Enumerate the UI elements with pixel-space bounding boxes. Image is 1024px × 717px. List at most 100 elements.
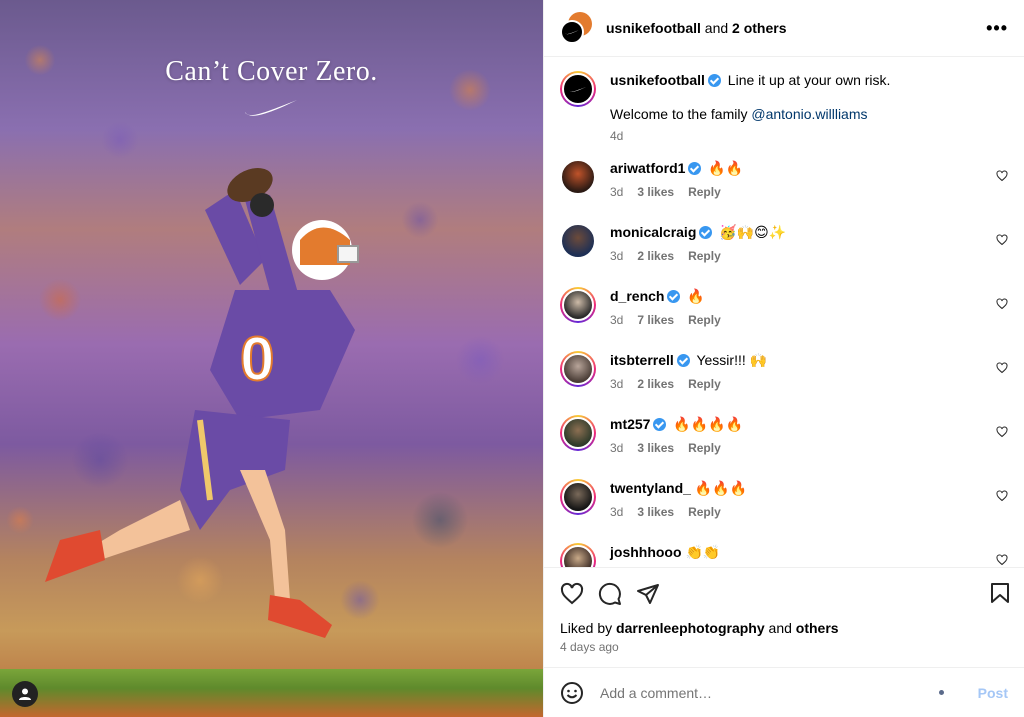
like-comment-heart-icon[interactable] xyxy=(996,298,1008,310)
comments-list[interactable]: usnikefootball Line it up at your own ri… xyxy=(544,57,1024,567)
collab-avatars[interactable] xyxy=(560,12,592,44)
comment-username[interactable]: monicalcraig xyxy=(610,224,696,240)
comment-item: itsbterrell Yessir!!! 🙌 3d 2 likes Reply xyxy=(560,351,1008,415)
like-heart-icon[interactable] xyxy=(560,582,584,606)
comment-item: d_rench 🔥 3d 7 likes Reply xyxy=(560,287,1008,351)
verified-badge-icon xyxy=(699,226,713,239)
add-comment-bar: Post xyxy=(544,667,1024,717)
emoji-picker-icon[interactable] xyxy=(560,681,584,705)
comment-time: 3d xyxy=(610,249,624,263)
comment-likes[interactable]: 7 likes xyxy=(637,313,674,327)
caption-line2: Welcome to the family xyxy=(610,106,748,122)
header-account-link[interactable]: usnikefootball xyxy=(606,20,701,36)
comment-item: mt257 🔥🔥🔥🔥 3d 3 likes Reply xyxy=(560,415,1008,479)
comment-reply-button[interactable]: Reply xyxy=(688,249,721,263)
caption-avatar[interactable] xyxy=(560,71,596,107)
post-age: 4 days ago xyxy=(560,640,619,654)
verified-badge-icon xyxy=(676,354,690,367)
comment-text: 🔥🔥 xyxy=(708,160,744,176)
post-actions: Liked by darrenleephotography and others… xyxy=(544,567,1024,667)
comment-reply-button[interactable]: Reply xyxy=(688,377,721,391)
add-comment-input[interactable] xyxy=(600,684,939,701)
post-comment-button[interactable]: Post xyxy=(978,685,1008,701)
comment-item: joshhhooo 👏👏 xyxy=(560,543,1008,567)
like-comment-heart-icon[interactable] xyxy=(996,170,1008,182)
comment-likes[interactable]: 3 likes xyxy=(637,185,674,199)
user-icon xyxy=(19,688,31,700)
nike-swoosh-icon xyxy=(565,30,579,35)
comment-text: 🔥 xyxy=(687,288,705,304)
nike-swoosh-icon xyxy=(569,86,587,92)
comment-likes[interactable]: 3 likes xyxy=(637,441,674,455)
jersey-number: 0 xyxy=(240,325,274,394)
share-paper-plane-icon[interactable] xyxy=(636,582,660,606)
comment-username[interactable]: mt257 xyxy=(610,416,650,432)
comment-avatar[interactable] xyxy=(560,479,596,515)
more-options-icon[interactable]: ••• xyxy=(986,18,1008,39)
like-comment-heart-icon[interactable] xyxy=(996,234,1008,246)
comment-likes[interactable]: 3 likes xyxy=(637,505,674,519)
liked-by-prefix: Liked by xyxy=(560,620,613,636)
comment-text: 🔥🔥🔥 xyxy=(694,480,748,496)
liked-by-others-link[interactable]: others xyxy=(796,620,839,636)
verified-badge-icon xyxy=(707,74,721,87)
typing-indicator-dot xyxy=(938,690,944,695)
comment-text: Yessir!!! 🙌 xyxy=(696,352,768,368)
comment-item: monicalcraig 🥳🙌😊✨ 3d 2 likes Reply xyxy=(560,223,1008,287)
like-comment-heart-icon[interactable] xyxy=(996,426,1008,438)
comment-item: twentyland_ 🔥🔥🔥 3d 3 likes Reply xyxy=(560,479,1008,543)
liked-by-line: Liked by darrenleephotography and others xyxy=(560,620,1008,636)
player-figure: 0 xyxy=(45,168,359,638)
caption-line1: Line it up at your own risk. xyxy=(727,72,891,88)
comment-username[interactable]: itsbterrell xyxy=(610,352,674,368)
save-bookmark-icon[interactable] xyxy=(990,582,1010,604)
verified-badge-icon xyxy=(653,418,667,431)
comment-text: 🥳🙌😊✨ xyxy=(719,224,787,240)
comment-reply-button[interactable]: Reply xyxy=(688,313,721,327)
comment-avatar[interactable] xyxy=(560,223,596,259)
like-comment-heart-icon[interactable] xyxy=(996,554,1008,566)
comment-avatar[interactable] xyxy=(560,351,596,387)
comment-reply-button[interactable]: Reply xyxy=(688,505,721,519)
post-caption: usnikefootball Line it up at your own ri… xyxy=(560,71,1008,145)
comment-avatar[interactable] xyxy=(560,159,596,195)
comment-reply-button[interactable]: Reply xyxy=(688,441,721,455)
comment-time: 3d xyxy=(610,313,624,327)
comment-avatar[interactable] xyxy=(560,543,596,567)
comment-bubble-icon[interactable] xyxy=(598,582,622,606)
header-others-link[interactable]: 2 others xyxy=(732,20,786,36)
like-comment-heart-icon[interactable] xyxy=(996,362,1008,374)
comment-text: 🔥🔥🔥🔥 xyxy=(673,416,744,432)
comment-text: 👏👏 xyxy=(685,544,721,560)
post-photo[interactable]: Can’t Cover Zero. 0 xyxy=(0,0,543,717)
comment-time: 3d xyxy=(610,441,624,455)
comment-reply-button[interactable]: Reply xyxy=(688,185,721,199)
comment-time: 3d xyxy=(610,505,624,519)
post-header: usnikefootball and 2 others ••• xyxy=(544,0,1024,57)
comment-username[interactable]: d_rench xyxy=(610,288,664,304)
comment-username[interactable]: twentyland_ xyxy=(610,480,691,496)
tagged-user-button[interactable] xyxy=(12,681,38,707)
like-comment-heart-icon[interactable] xyxy=(996,490,1008,502)
caption-username[interactable]: usnikefootball xyxy=(610,72,705,88)
post-side-panel: usnikefootball and 2 others ••• usnikefo… xyxy=(543,0,1024,717)
liked-by-user-link[interactable]: darrenleephotography xyxy=(616,620,765,636)
comment-time: 3d xyxy=(610,377,624,391)
header-and-text: and xyxy=(704,20,729,36)
verified-badge-icon xyxy=(667,290,681,303)
comment-item: ariwatford1 🔥🔥 3d 3 likes Reply xyxy=(560,159,1008,223)
comment-time: 3d xyxy=(610,185,624,199)
caption-time: 4d xyxy=(610,129,624,143)
comment-avatar[interactable] xyxy=(560,287,596,323)
comment-avatar[interactable] xyxy=(560,415,596,451)
verified-badge-icon xyxy=(688,162,702,175)
post-viewer: Can’t Cover Zero. 0 usnikefootball and 2… xyxy=(0,0,1024,717)
comment-likes[interactable]: 2 likes xyxy=(637,249,674,263)
header-accounts: usnikefootball and 2 others xyxy=(606,20,787,36)
comment-username[interactable]: ariwatford1 xyxy=(610,160,685,176)
liked-by-and: and xyxy=(768,620,792,636)
caption-mention-link[interactable]: @antonio.willliams xyxy=(751,106,867,122)
collab-avatar-nike xyxy=(560,20,584,44)
comment-likes[interactable]: 2 likes xyxy=(637,377,674,391)
comment-username[interactable]: joshhhooo xyxy=(610,544,682,560)
